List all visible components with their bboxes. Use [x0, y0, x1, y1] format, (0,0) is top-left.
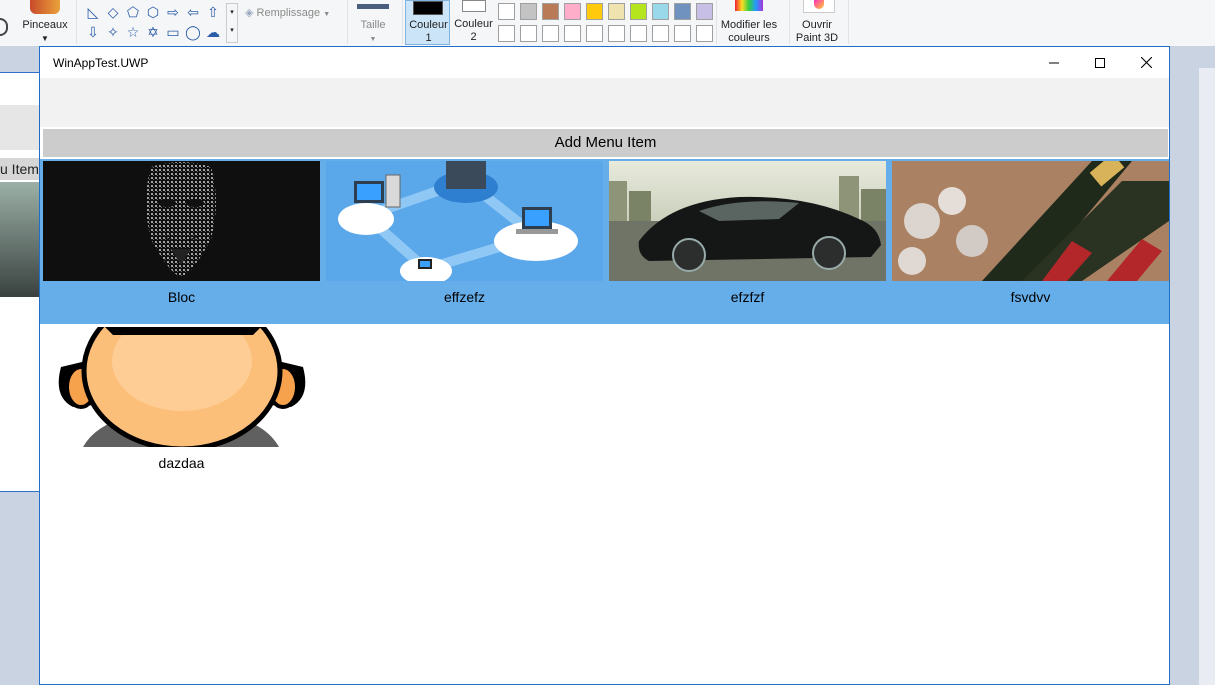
ouvrir-label-2: Paint 3D [795, 32, 839, 44]
four-point-star-icon[interactable]: ✧ [104, 25, 122, 39]
pentagon-icon[interactable]: ⬠ [124, 5, 142, 19]
size-icon [357, 4, 389, 9]
color-swatch[interactable] [674, 3, 691, 20]
grid-item[interactable]: effzefz [326, 159, 603, 309]
taille-label: Taille [360, 19, 386, 31]
black-car-image [609, 161, 886, 281]
color-swatch[interactable] [652, 3, 669, 20]
background-car-image [0, 182, 40, 297]
network-diagram-image [326, 161, 603, 281]
right-triangle-icon[interactable]: ◺ [84, 5, 102, 19]
color-swatch[interactable] [674, 25, 691, 42]
brush-icon [30, 0, 60, 14]
title-bar[interactable]: WinAppTest.UWP [40, 47, 1169, 78]
paint3d-icon [803, 0, 835, 13]
maximize-icon [1095, 57, 1105, 68]
chevron-down-icon: ▼ [41, 34, 49, 43]
modifier-label-2: couleurs [728, 32, 770, 44]
grid-item[interactable]: fsvdvv [892, 159, 1169, 309]
add-menu-item-button[interactable]: Add Menu Item [43, 129, 1168, 157]
down-arrow-icon[interactable]: ⇩ [84, 25, 102, 39]
color-swatch[interactable] [696, 25, 713, 42]
canvas-scrollbar[interactable] [1199, 68, 1215, 685]
ouvrir-label-1: Ouvrir [802, 19, 832, 31]
pinceaux-label: Pinceaux [22, 19, 68, 31]
close-button[interactable] [1123, 47, 1169, 78]
grid-item[interactable]: dazdaa [43, 325, 320, 475]
color-swatch[interactable] [608, 25, 625, 42]
color-swatch[interactable] [520, 3, 537, 20]
color2-label: Couleur [454, 18, 493, 30]
color-swatch[interactable] [498, 25, 515, 42]
color-swatch[interactable] [520, 25, 537, 42]
grid-item-label: Bloc [167, 289, 196, 305]
ouvrir-paint3d-button[interactable]: Ouvrir Paint 3D [791, 19, 843, 45]
background-menu-item-label: u Item [0, 158, 40, 180]
oval-callout-icon[interactable]: ◯ [184, 25, 202, 39]
command-bar [40, 78, 1169, 127]
grid-item[interactable]: efzfzf [609, 159, 886, 309]
window-title: WinAppTest.UWP [53, 56, 149, 70]
rect-callout-icon[interactable]: ▭ [164, 25, 182, 39]
color-wheel-icon [735, 0, 763, 11]
hexagon-icon[interactable]: ⬡ [144, 5, 162, 19]
champagne-bottles-image [892, 161, 1169, 281]
avatar-face-image [43, 327, 320, 447]
fill-icon: ◈ [245, 7, 254, 19]
maximize-button[interactable] [1077, 47, 1123, 78]
background-app-bar [0, 105, 40, 150]
color1-label: Couleur [409, 19, 448, 31]
cloud-callout-icon[interactable]: ☁ [204, 25, 222, 39]
grid-item[interactable]: Bloc [43, 159, 320, 309]
six-point-star-icon[interactable]: ✡ [144, 25, 162, 39]
color-swatch[interactable] [630, 3, 647, 20]
color1-swatch [413, 1, 443, 15]
color1-number: 1 [425, 32, 432, 44]
pinceaux-button[interactable]: Pinceaux ▼ [20, 19, 70, 45]
remplissage-button[interactable]: ◈ Remplissage ▼ [245, 7, 330, 21]
color2-button[interactable]: Couleur 2 [451, 0, 496, 45]
color-swatch[interactable] [564, 3, 581, 20]
color-swatch[interactable] [586, 3, 603, 20]
diamond-icon[interactable]: ◇ [104, 5, 122, 19]
color-swatch[interactable] [630, 25, 647, 42]
color-swatch[interactable] [542, 25, 559, 42]
taille-button[interactable]: Taille ▼ [352, 19, 394, 46]
grid-item-label: fsvdvv [1010, 289, 1051, 305]
items-grid: Bloc effzefz efzfzf fsvdvv dazdaa [40, 159, 1169, 679]
color2-swatch [462, 0, 486, 12]
minimize-icon [1049, 62, 1059, 63]
paint-ribbon: Pinceaux ▼ ◺ ◇ ⬠ ⬡ ⇨ ⇦ ⇧ ⇩ ✧ ☆ ✡ ▭ ◯ ☁ ▾ ▾… [0, 0, 1215, 47]
color-swatch[interactable] [542, 3, 559, 20]
color1-button[interactable]: Couleur 1 [405, 0, 450, 45]
close-icon [1140, 57, 1152, 68]
five-point-star-icon[interactable]: ☆ [124, 25, 142, 39]
modifier-label-1: Modifier les [720, 19, 778, 31]
left-arrow-icon[interactable]: ⇦ [184, 5, 202, 19]
right-arrow-icon[interactable]: ⇨ [164, 5, 182, 19]
grid-item-label: dazdaa [158, 455, 205, 471]
color-swatch[interactable] [608, 3, 625, 20]
grid-item-label: effzefz [444, 289, 485, 305]
color-swatch[interactable] [652, 25, 669, 42]
up-arrow-icon[interactable]: ⇧ [204, 5, 222, 19]
chevron-down-icon: ▼ [369, 36, 377, 43]
color-swatch[interactable] [696, 3, 713, 20]
minimize-button[interactable] [1031, 47, 1077, 78]
remplissage-label: Remplissage [256, 7, 321, 19]
color-swatch[interactable] [586, 25, 603, 42]
modifier-couleurs-button[interactable]: Modifier les couleurs [715, 19, 783, 45]
chevron-down-icon: ▼ [323, 11, 331, 18]
shapes-scroll[interactable]: ▾ ▾ [226, 3, 238, 43]
anonymous-mask-image [43, 161, 320, 281]
color2-number: 2 [470, 31, 477, 43]
search-icon[interactable] [0, 18, 8, 36]
uwp-window: WinAppTest.UWP Add Menu Item Bloc effzef… [39, 46, 1170, 685]
color-swatch[interactable] [498, 3, 515, 20]
color-swatch[interactable] [564, 25, 581, 42]
grid-item-label: efzfzf [730, 289, 765, 305]
